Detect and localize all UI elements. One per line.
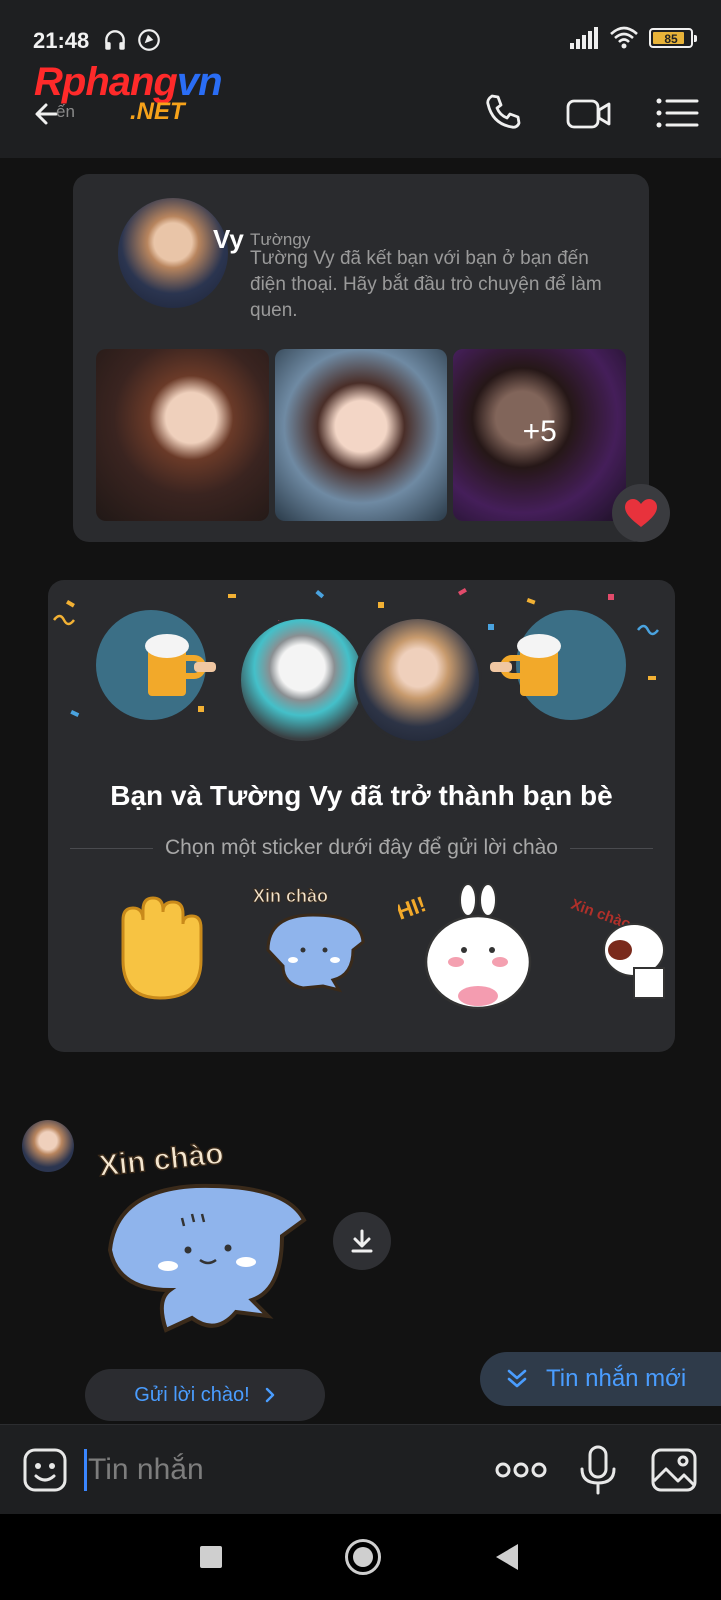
- profile-name: Vy: [213, 224, 244, 254]
- profile-intro-text: Tường Vy đã kết bạn với bạn ở bạn đến đi…: [250, 248, 602, 321]
- status-time: 21:48: [33, 28, 90, 53]
- profile-photo[interactable]: [96, 349, 269, 521]
- more-options-icon[interactable]: [494, 1453, 548, 1487]
- download-button[interactable]: [333, 1212, 391, 1270]
- home-button[interactable]: [345, 1539, 381, 1575]
- friendship-title: Bạn và Tường Vy đã trở thành bạn bè: [110, 780, 613, 811]
- friendship-subtitle: Chọn một sticker dưới đây để gửi lời chà…: [165, 836, 558, 859]
- sender-avatar[interactable]: [22, 1120, 74, 1172]
- chevron-right-icon: [265, 1387, 274, 1403]
- system-nav-bar: [0, 1514, 721, 1600]
- menu-icon[interactable]: [654, 90, 700, 136]
- profile-photo[interactable]: [274, 349, 448, 521]
- status-left-icons: [102, 27, 162, 53]
- signal-icon: [570, 27, 598, 49]
- emoji-sticker-icon[interactable]: [22, 1447, 68, 1493]
- heart-reaction-button[interactable]: [612, 484, 670, 542]
- battery-icon: 85: [649, 28, 697, 48]
- new-messages-label: Tin nhắn mới: [546, 1365, 687, 1392]
- call-icon[interactable]: [480, 90, 526, 136]
- sticker-bunny-label: HI!: [398, 891, 429, 925]
- watermark-logo: Rphangvn: [34, 60, 223, 104]
- headphones-icon: [105, 30, 125, 50]
- battery-level: 85: [664, 32, 678, 46]
- beer-mug-left-icon: [145, 634, 216, 696]
- profile-photo-row: +5: [96, 349, 627, 521]
- heart-icon: [625, 499, 657, 527]
- new-messages-button[interactable]: Tin nhắn mới: [480, 1352, 721, 1406]
- text-caret: [84, 1449, 87, 1491]
- watermark-sub: .NET: [130, 98, 185, 125]
- friendship-card: Bạn và Tường Vy đã trở thành bạn bè Chọn…: [48, 580, 675, 1052]
- xin-chao-dog-sticker[interactable]: Xin chào: [564, 880, 675, 1010]
- double-chevron-down-icon: [507, 1369, 527, 1388]
- message-sticker-label: Xin chào: [97, 1140, 225, 1183]
- image-gallery-icon[interactable]: [650, 1447, 698, 1493]
- message-input[interactable]: [88, 1447, 468, 1493]
- video-call-icon[interactable]: [566, 90, 612, 136]
- wifi-icon: [610, 26, 638, 49]
- friend-avatar: [354, 616, 482, 744]
- my-avatar: [238, 616, 366, 744]
- status-right-icons: 85: [569, 26, 697, 50]
- microphone-icon[interactable]: [578, 1445, 618, 1495]
- chat-header: ến Rphangvn .NET: [0, 60, 721, 158]
- send-greeting-button[interactable]: Gửi lời chào!: [85, 1369, 325, 1421]
- message-input-bar: [0, 1424, 721, 1514]
- contact-name-blurred: ến: [56, 102, 75, 121]
- sticker-cat-label: Xin chào: [253, 886, 328, 906]
- recent-apps-button[interactable]: [200, 1546, 222, 1568]
- system-back-button[interactable]: [496, 1544, 518, 1570]
- hi-bunny-sticker[interactable]: HI!: [398, 880, 538, 1010]
- send-greeting-label: Gửi lời chào!: [134, 1383, 250, 1406]
- sticker-suggestions: Xin chào HI! Xin chào: [48, 880, 675, 1010]
- waving-hand-sticker[interactable]: [88, 880, 228, 1010]
- beer-mug-right-icon: [490, 634, 561, 696]
- more-photos-count: +5: [522, 415, 557, 448]
- xin-chao-message-sticker[interactable]: Xin chào: [96, 1140, 316, 1350]
- xin-chao-cat-sticker[interactable]: Xin chào: [243, 880, 383, 1010]
- profile-photo-more[interactable]: +5: [453, 349, 627, 521]
- friendship-subtitle-row: Chọn một sticker dưới đây để gửi lời chà…: [70, 836, 653, 860]
- location-icon: [138, 29, 160, 51]
- profile-card[interactable]: Vy Tườngy Tường Vy đã kết bạn với bạn ở …: [73, 174, 649, 542]
- download-icon: [351, 1229, 373, 1253]
- profile-avatar[interactable]: [118, 198, 228, 308]
